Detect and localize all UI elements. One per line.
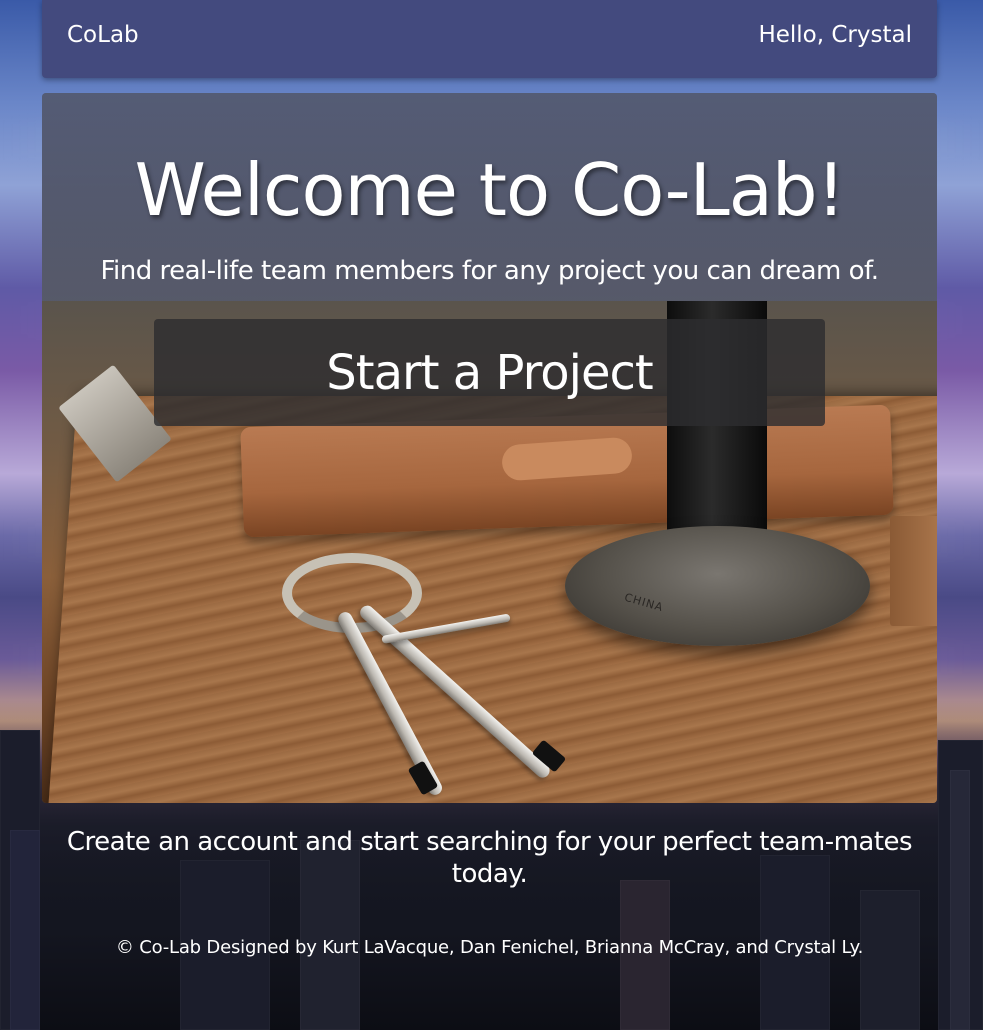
page-title: Welcome to Co-Lab! — [134, 148, 846, 232]
hero-jumbotron: Welcome to Co-Lab! Find real-life team m… — [42, 93, 937, 803]
photo-pipe-flange — [565, 526, 870, 646]
hero-tagline: Find real-life team members for any proj… — [100, 256, 879, 286]
user-greeting: Hello, Crystal — [758, 22, 912, 48]
footer-copyright: © Co-Lab Designed by Kurt LaVacque, Dan … — [115, 937, 864, 958]
navbar: CoLab Hello, Crystal — [42, 0, 937, 78]
start-project-button[interactable]: Start a Project — [154, 319, 825, 426]
brand-logo-link[interactable]: CoLab — [67, 22, 139, 48]
signup-call-to-action: Create an account and start searching fo… — [66, 827, 913, 889]
photo-wood-block — [890, 516, 937, 626]
